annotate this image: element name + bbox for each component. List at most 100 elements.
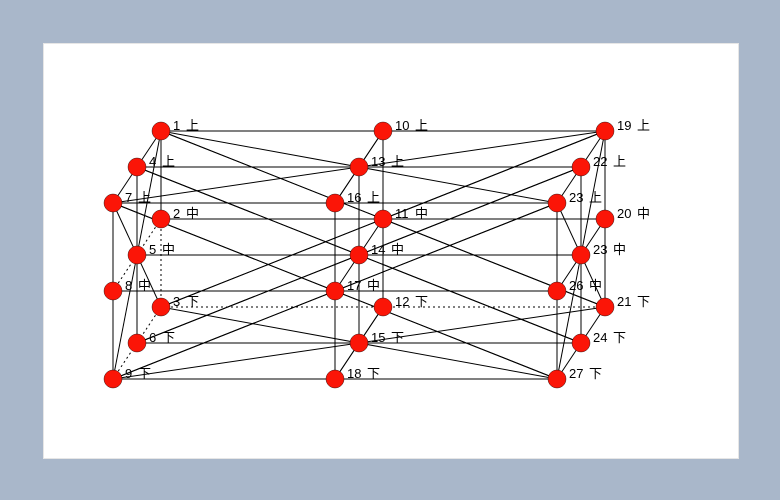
node-13-上: 13上 — [350, 154, 404, 176]
node-number: 12 — [395, 294, 409, 309]
node-dot — [572, 334, 590, 352]
node-suffix: 上 — [613, 154, 626, 169]
node-dot — [350, 246, 368, 264]
node-suffix: 上 — [138, 190, 151, 205]
node-number: 1 — [173, 118, 180, 133]
node-19-上: 19 上 — [596, 118, 650, 140]
node-22-上: 22 上 — [572, 154, 626, 176]
node-suffix: 中 — [186, 206, 199, 221]
node-dot — [548, 282, 566, 300]
node-number: 19 — [617, 118, 631, 133]
node-number: 8 — [125, 278, 132, 293]
node-suffix: 下 — [637, 294, 650, 309]
node-number: 4 — [149, 154, 156, 169]
node-dot — [104, 194, 122, 212]
node-number: 23 — [593, 242, 607, 257]
node-suffix: 下 — [367, 366, 380, 381]
node-number: 3 — [173, 294, 180, 309]
node-number: 17 — [347, 278, 361, 293]
node-suffix: 下 — [613, 330, 626, 345]
node-number: 9 — [125, 366, 132, 381]
node-suffix: 下 — [415, 294, 428, 309]
node-dot — [128, 246, 146, 264]
node-dot — [572, 246, 590, 264]
node-number: 22 — [593, 154, 607, 169]
node-suffix: 中 — [162, 242, 175, 257]
node-dot — [326, 194, 344, 212]
node-dot — [152, 122, 170, 140]
node-suffix: 下 — [391, 330, 404, 345]
node-dot — [548, 194, 566, 212]
node-dot — [326, 282, 344, 300]
node-suffix: 上 — [637, 118, 650, 133]
node-23-上: 23上 — [548, 190, 602, 212]
node-dot — [548, 370, 566, 388]
node-20-中: 20 中 — [596, 206, 650, 228]
node-suffix: 下 — [138, 366, 151, 381]
lattice-diagram: 1上10上19上2中11中20中3下12下21下4上13上22上5中14中23中… — [44, 44, 738, 458]
node-number: 20 — [617, 206, 631, 221]
node-number: 16 — [347, 190, 361, 205]
diagram-canvas: 1上10上19上2中11中20中3下12下21下4上13上22上5中14中23中… — [43, 43, 739, 459]
node-suffix: 中 — [367, 278, 380, 293]
node-number: 10 — [395, 118, 409, 133]
node-dot — [596, 210, 614, 228]
node-suffix: 上 — [589, 190, 602, 205]
node-16-上: 16上 — [326, 190, 380, 212]
node-dot — [374, 298, 392, 316]
node-2-中: 2中 — [152, 206, 199, 228]
node-number: 7 — [125, 190, 132, 205]
node-suffix: 中 — [391, 242, 404, 257]
node-17-中: 17 中 — [326, 278, 380, 300]
node-26-中: 26中 — [548, 278, 602, 300]
node-dot — [104, 282, 122, 300]
node-suffix: 上 — [186, 118, 199, 133]
node-number: 14 — [371, 242, 385, 257]
node-number: 11 — [395, 206, 409, 221]
node-number: 13 — [371, 154, 385, 169]
node-suffix: 中 — [637, 206, 650, 221]
node-number: 24 — [593, 330, 607, 345]
node-suffix: 上 — [415, 118, 428, 133]
node-number: 26 — [569, 278, 583, 293]
node-suffix: 上 — [162, 154, 175, 169]
node-dot — [350, 334, 368, 352]
node-dot — [152, 210, 170, 228]
node-14-中: 14 中 — [350, 242, 404, 264]
node-dot — [374, 210, 392, 228]
nodes: 1上10上19上2中11中20中3下12下21下4上13上22上5中14中23中… — [104, 118, 650, 388]
node-number: 21 — [617, 294, 631, 309]
node-dot — [104, 370, 122, 388]
node-suffix: 下 — [186, 294, 199, 309]
node-6-下: 6下 — [128, 330, 175, 352]
node-5-中: 5中 — [128, 242, 175, 264]
node-11-中: 11 中 — [374, 206, 428, 228]
node-suffix: 中 — [613, 242, 626, 257]
node-18-下: 18 下 — [326, 366, 380, 388]
node-number: 6 — [149, 330, 156, 345]
node-dot — [350, 158, 368, 176]
node-9-下: 9下 — [104, 366, 151, 388]
node-dot — [572, 158, 590, 176]
node-27-下: 27下 — [548, 366, 602, 388]
node-dot — [596, 122, 614, 140]
node-number: 18 — [347, 366, 361, 381]
node-dot — [326, 370, 344, 388]
node-number: 27 — [569, 366, 583, 381]
node-number: 5 — [149, 242, 156, 257]
node-dot — [128, 334, 146, 352]
node-dot — [152, 298, 170, 316]
node-8-中: 8中 — [104, 278, 151, 300]
node-number: 2 — [173, 206, 180, 221]
node-suffix: 中 — [415, 206, 428, 221]
node-suffix: 下 — [162, 330, 175, 345]
node-dot — [596, 298, 614, 316]
node-12-下: 12 下 — [374, 294, 428, 316]
node-10-上: 10 上 — [374, 118, 428, 140]
node-suffix: 中 — [138, 278, 151, 293]
node-23-中: 23 中 — [572, 242, 626, 264]
node-number: 15 — [371, 330, 385, 345]
node-dot — [128, 158, 146, 176]
node-dot — [374, 122, 392, 140]
node-21-下: 21 下 — [596, 294, 650, 316]
